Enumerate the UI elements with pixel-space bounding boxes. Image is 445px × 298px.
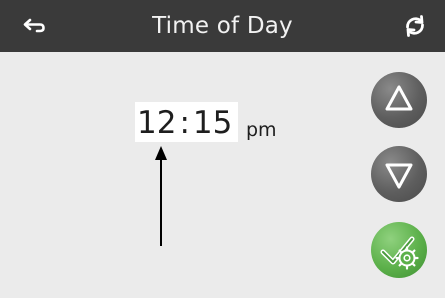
minutes-value[interactable]: 15 <box>193 105 232 141</box>
increase-button[interactable] <box>371 72 427 128</box>
selection-pointer-arrow-icon <box>155 146 167 246</box>
time-of-day-screen: Time of Day 12:15 pm <box>0 0 445 298</box>
page-title: Time of Day <box>152 13 293 39</box>
decrease-button[interactable] <box>371 146 427 202</box>
header-bar: Time of Day <box>0 0 445 52</box>
back-arrow-icon <box>23 18 45 33</box>
check-gear-icon <box>380 236 419 270</box>
hours-value[interactable]: 12 <box>137 105 176 141</box>
refresh-icon <box>406 15 424 37</box>
time-separator: : <box>179 105 190 141</box>
ampm-value[interactable]: pm <box>246 119 277 141</box>
triangle-down-icon <box>385 163 413 189</box>
save-button[interactable] <box>371 222 427 278</box>
time-display[interactable]: 12:15 <box>137 103 232 143</box>
triangle-up-icon <box>385 85 413 111</box>
back-button[interactable] <box>14 10 56 42</box>
refresh-button[interactable] <box>395 10 435 42</box>
